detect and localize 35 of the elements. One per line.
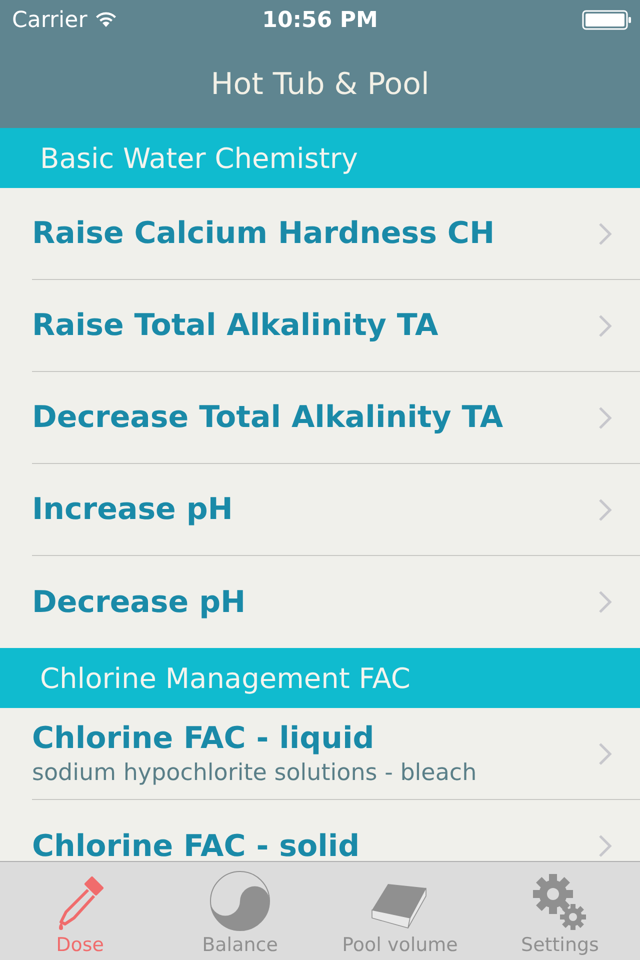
list-row[interactable]: Increase pH	[32, 464, 640, 556]
status-time: 10:56 PM	[262, 8, 378, 32]
section-header: Chlorine Management FAC	[0, 648, 640, 708]
list-row[interactable]: Chlorine FAC - liquid sodium hypochlorite solutions - bleach	[32, 708, 640, 800]
yin-yang-icon	[209, 870, 271, 932]
list-row[interactable]: Raise Total Alkalinity TA	[32, 280, 640, 372]
row-title: Chlorine FAC - liquid	[32, 721, 376, 756]
row-title: Increase pH	[32, 492, 234, 527]
nav-title: Hot Tub & Pool	[210, 66, 430, 102]
tab-item[interactable]: Dose	[0, 862, 160, 960]
row-title: Raise Total Alkalinity TA	[32, 308, 440, 343]
list-row[interactable]: Chlorine FAC - solid	[32, 800, 640, 861]
row-title: Decrease pH	[32, 584, 247, 620]
chevron-icon	[598, 590, 612, 614]
row-title: Raise Calcium Hardness CH	[32, 216, 496, 251]
row-title: Chlorine FAC - solid	[32, 828, 361, 861]
battery-icon	[582, 10, 632, 30]
tab-item[interactable]: Balance	[160, 862, 320, 960]
list-row[interactable]: Decrease Total Alkalinity TA	[32, 372, 640, 464]
wifi-icon	[95, 12, 118, 28]
tab-item[interactable]: Pool volume	[320, 862, 480, 960]
chevron-icon	[598, 406, 612, 430]
gears-icon	[531, 872, 589, 932]
chevron-icon	[598, 742, 612, 766]
tab-item[interactable]: Settings	[480, 862, 640, 960]
row-title: Decrease Total Alkalinity TA	[32, 400, 504, 435]
chevron-icon	[598, 222, 612, 246]
section-header: Basic Water Chemistry	[0, 128, 640, 188]
carrier-label: Carrier	[12, 8, 88, 32]
chevron-icon	[598, 834, 612, 858]
chevron-icon	[598, 314, 612, 338]
chevron-icon	[598, 498, 612, 522]
list-row[interactable]: Raise Calcium Hardness CH	[32, 188, 640, 280]
row-subtitle: sodium hypochlorite solutions - bleach	[32, 760, 478, 786]
list-row[interactable]: Decrease pH	[32, 556, 640, 648]
